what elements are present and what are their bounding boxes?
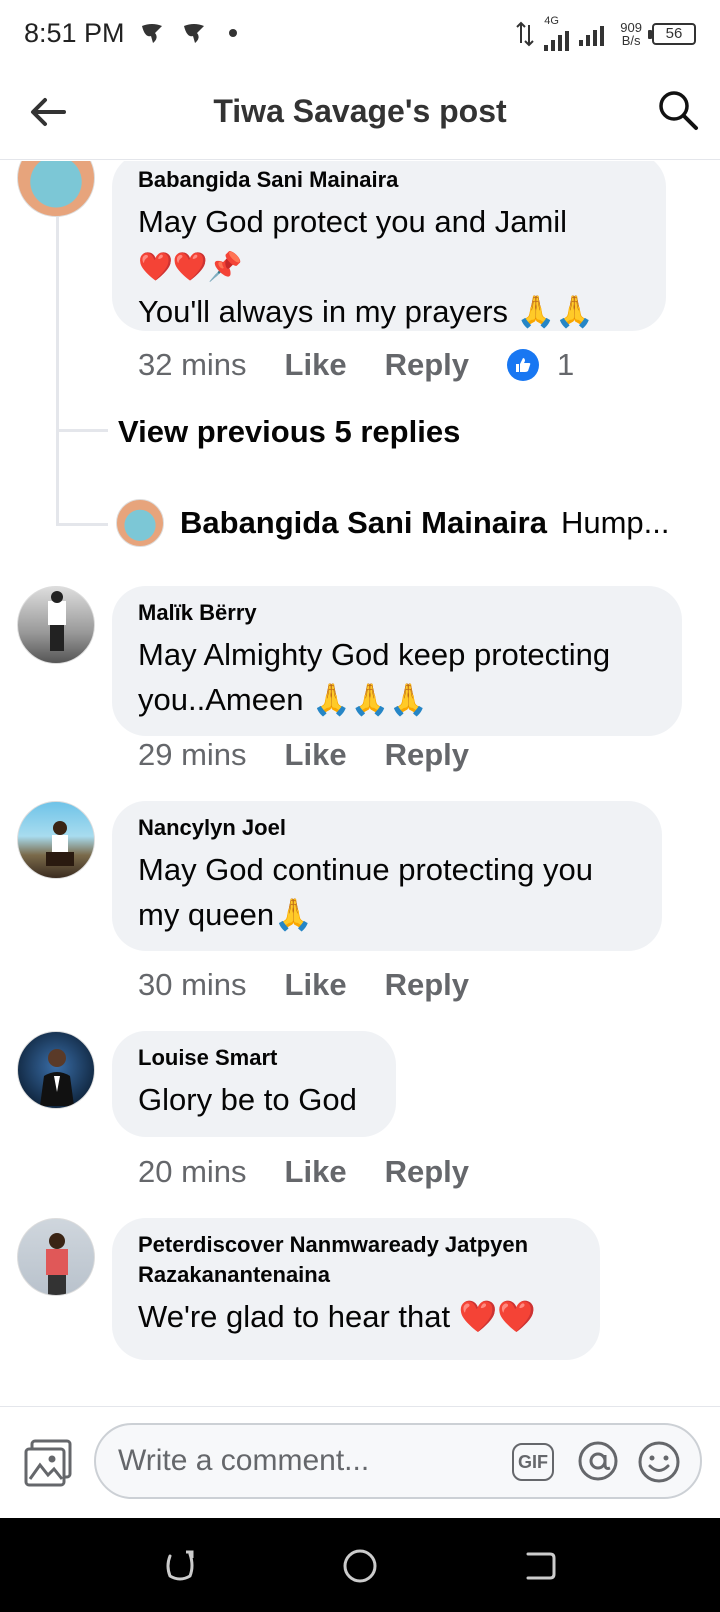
comment-author[interactable]: Babangida Sani Mainaira bbox=[138, 167, 640, 193]
reply-button[interactable]: Reply bbox=[385, 967, 469, 1003]
comment-bubble[interactable]: Nancylyn Joel May God continue protectin… bbox=[112, 801, 662, 951]
reply-button[interactable]: Reply bbox=[385, 347, 469, 383]
status-time: 8:51 PM bbox=[24, 17, 125, 48]
comment-composer: GIF bbox=[0, 1406, 720, 1518]
comment-author[interactable]: Nancylyn Joel bbox=[138, 815, 636, 841]
comment-bubble[interactable]: Peterdiscover Nanmwaready Jatpyen Razaka… bbox=[112, 1218, 600, 1360]
dot-icon bbox=[228, 29, 237, 37]
thread-line bbox=[56, 429, 108, 432]
comment-actions: 20 mins Like Reply bbox=[138, 1154, 507, 1190]
signal-icon bbox=[579, 22, 605, 46]
like-button[interactable]: Like bbox=[285, 737, 347, 773]
comment-time[interactable]: 20 mins bbox=[138, 1154, 247, 1190]
notification-icon bbox=[141, 24, 162, 43]
comment-time[interactable]: 30 mins bbox=[138, 967, 247, 1003]
avatar[interactable] bbox=[17, 161, 95, 217]
back-icon[interactable] bbox=[520, 1546, 560, 1586]
comments-feed[interactable]: Babangida Sani Mainaira May God protect … bbox=[0, 161, 720, 1405]
comment-actions: 32 mins Like Reply 1 bbox=[138, 347, 574, 383]
comment-author[interactable]: Malïk Bërry bbox=[138, 600, 656, 626]
comment-text: May God protect you and Jamil ❤️❤️📌 You'… bbox=[138, 204, 594, 329]
signal-icon bbox=[544, 27, 570, 51]
photo-icon[interactable] bbox=[22, 1437, 74, 1489]
comment-actions: 30 mins Like Reply bbox=[138, 967, 507, 1003]
comment-bubble[interactable]: Babangida Sani Mainaira May God protect … bbox=[112, 161, 666, 331]
home-icon[interactable] bbox=[340, 1546, 380, 1586]
comment-input[interactable] bbox=[118, 1439, 478, 1483]
recent-apps-icon[interactable] bbox=[160, 1546, 200, 1586]
post-header: Tiwa Savage's post bbox=[0, 66, 720, 160]
comment-time[interactable]: 32 mins bbox=[138, 347, 247, 383]
comment-input-field[interactable]: GIF bbox=[94, 1423, 702, 1499]
page-title: Tiwa Savage's post bbox=[213, 93, 507, 129]
thread-line bbox=[56, 215, 59, 525]
comment-bubble[interactable]: Louise Smart Glory be to God bbox=[112, 1031, 396, 1137]
data-transfer-icon bbox=[516, 21, 535, 46]
reaction-count[interactable]: 1 bbox=[557, 347, 574, 383]
avatar[interactable] bbox=[17, 1031, 95, 1109]
status-bar: 8:51 PM 4G 909 B/s 56 bbox=[0, 0, 720, 66]
like-reaction-icon[interactable] bbox=[507, 349, 539, 381]
avatar[interactable] bbox=[17, 801, 95, 879]
comment-time[interactable]: 29 mins bbox=[138, 737, 247, 773]
comment-author[interactable]: Peterdiscover Nanmwaready Jatpyen Razaka… bbox=[138, 1232, 574, 1288]
comment-bubble[interactable]: Malïk Bërry May Almighty God keep protec… bbox=[112, 586, 682, 736]
comment-text: May Almighty God keep protecting you..Am… bbox=[138, 637, 611, 717]
like-button[interactable]: Like bbox=[285, 967, 347, 1003]
emoji-icon[interactable] bbox=[636, 1439, 682, 1485]
reply-author[interactable]: Babangida Sani Mainaira bbox=[180, 505, 547, 541]
network-speed-value: 909 bbox=[620, 19, 642, 35]
comment-text: Glory be to God bbox=[138, 1082, 357, 1117]
battery-level: 56 bbox=[665, 25, 683, 42]
battery-icon: 56 bbox=[648, 22, 696, 45]
view-previous-replies[interactable]: View previous 5 replies bbox=[118, 414, 460, 450]
thread-line bbox=[56, 523, 108, 526]
network-speed-unit: B/s bbox=[621, 32, 641, 48]
like-button[interactable]: Like bbox=[285, 1154, 347, 1190]
comment-author[interactable]: Louise Smart bbox=[138, 1045, 370, 1071]
comment-text: We're glad to hear that ❤️❤️ bbox=[138, 1299, 536, 1334]
comment-actions: 29 mins Like Reply bbox=[138, 737, 507, 773]
gif-button[interactable]: GIF bbox=[512, 1443, 554, 1481]
notification-icon bbox=[183, 24, 204, 43]
reply-button[interactable]: Reply bbox=[385, 1154, 469, 1190]
mention-icon[interactable] bbox=[576, 1439, 620, 1483]
system-navigation-bar bbox=[0, 1518, 720, 1612]
comment-text: May God continue protecting you my queen… bbox=[138, 852, 593, 932]
like-button[interactable]: Like bbox=[285, 347, 347, 383]
collapsed-reply[interactable]: Babangida Sani Mainaira Hump... bbox=[116, 499, 696, 547]
reply-preview: Hump... bbox=[560, 505, 670, 540]
reply-button[interactable]: Reply bbox=[385, 737, 469, 773]
avatar[interactable] bbox=[17, 1218, 95, 1296]
network-type: 4G bbox=[544, 15, 559, 27]
avatar[interactable] bbox=[116, 499, 164, 547]
search-icon[interactable] bbox=[656, 88, 700, 132]
avatar[interactable] bbox=[17, 586, 95, 664]
